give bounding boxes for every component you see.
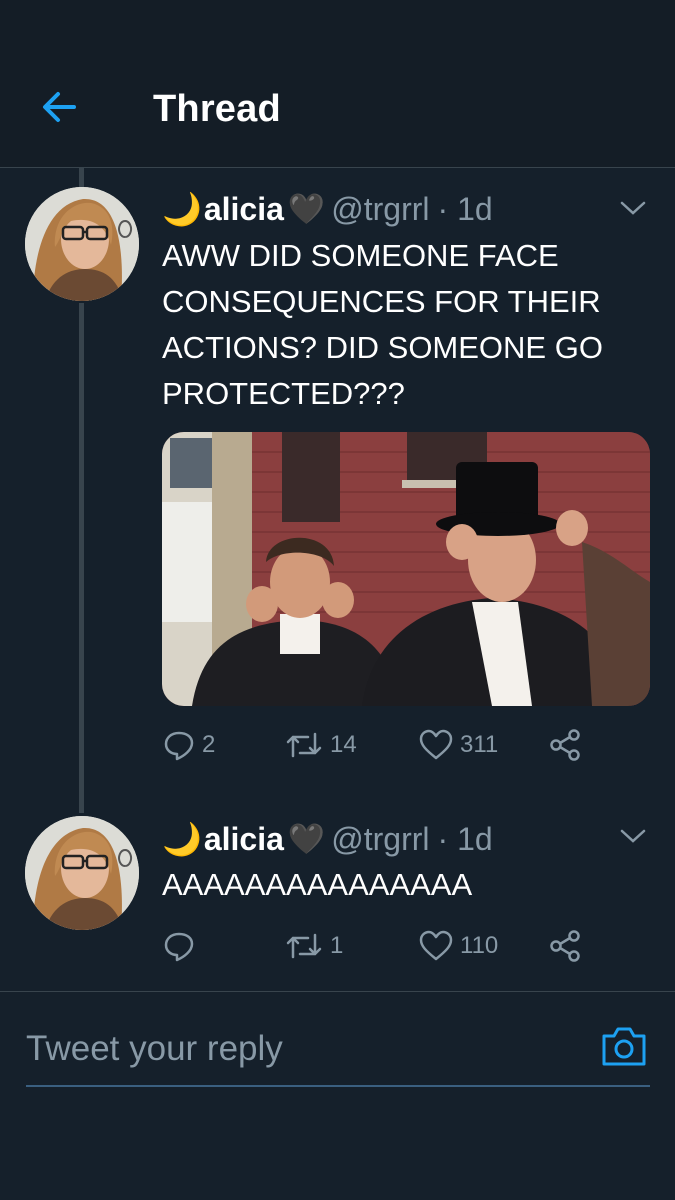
username[interactable]: @trgrrl <box>331 821 429 858</box>
retweet-button[interactable]: 1 <box>284 929 343 963</box>
tweet-actions: 2 14 311 <box>162 728 602 768</box>
moon-emoji: 🌙 <box>162 191 202 227</box>
moon-emoji: 🌙 <box>162 821 202 857</box>
reply-count: 2 <box>202 731 216 758</box>
retweet-button[interactable]: 14 <box>284 728 357 762</box>
like-button[interactable]: 110 <box>418 929 498 963</box>
page-title: Thread <box>153 88 281 130</box>
back-arrow-icon <box>43 92 76 122</box>
tweet-actions: 1 110 <box>162 929 602 969</box>
timestamp: · 1d <box>437 190 493 227</box>
like-icon <box>419 729 453 760</box>
thread-line <box>79 303 84 813</box>
like-count: 110 <box>460 932 499 959</box>
reply-input[interactable] <box>26 1025 586 1073</box>
top-bar: Thread <box>0 55 675 168</box>
retweet-icon <box>286 732 322 758</box>
reply-button[interactable] <box>162 929 202 963</box>
reply-button[interactable]: 2 <box>162 728 215 762</box>
black-heart-emoji: 🖤 <box>287 822 326 856</box>
tweet-text: AAAAAAAAAAAAAAA <box>162 867 473 902</box>
reply-composer <box>0 992 675 1200</box>
back-button[interactable] <box>38 85 82 129</box>
share-button[interactable] <box>548 929 588 963</box>
like-button[interactable]: 311 <box>418 728 498 762</box>
like-icon <box>419 930 453 961</box>
chevron-down-icon <box>620 201 646 215</box>
avatar[interactable] <box>25 187 139 301</box>
tweet-image[interactable] <box>162 432 650 706</box>
tweet-text: AWW DID SOMEONE FACE CONSEQUENCES FOR TH… <box>162 238 603 411</box>
status-bar <box>0 0 675 55</box>
retweet-count: 1 <box>330 932 344 959</box>
share-button[interactable] <box>548 728 588 762</box>
black-heart-emoji: 🖤 <box>287 192 326 226</box>
camera-button[interactable] <box>600 1024 648 1068</box>
retweet-count: 14 <box>330 731 357 758</box>
retweet-icon <box>286 933 322 959</box>
like-count: 311 <box>460 731 499 758</box>
tweet-header: 🌙 alicia 🖤 @trgrrl · 1d <box>162 820 493 858</box>
media-photo <box>162 432 650 706</box>
share-icon <box>550 930 580 962</box>
reply-input-underline <box>26 1085 650 1087</box>
display-name[interactable]: alicia <box>204 821 284 858</box>
avatar[interactable] <box>25 816 139 930</box>
username[interactable]: @trgrrl <box>331 191 429 228</box>
reply-icon <box>164 731 194 761</box>
timestamp: · 1d <box>437 820 493 857</box>
share-icon <box>550 729 580 761</box>
thread-line-top <box>79 168 84 188</box>
tweet-menu-button[interactable] <box>618 826 648 846</box>
chevron-down-icon <box>620 829 646 843</box>
tweet-header: 🌙 alicia 🖤 @trgrrl · 1d <box>162 190 493 228</box>
display-name[interactable]: alicia <box>204 191 284 228</box>
reply-icon <box>164 932 194 962</box>
tweet-menu-button[interactable] <box>618 198 648 218</box>
camera-icon <box>602 1027 646 1066</box>
